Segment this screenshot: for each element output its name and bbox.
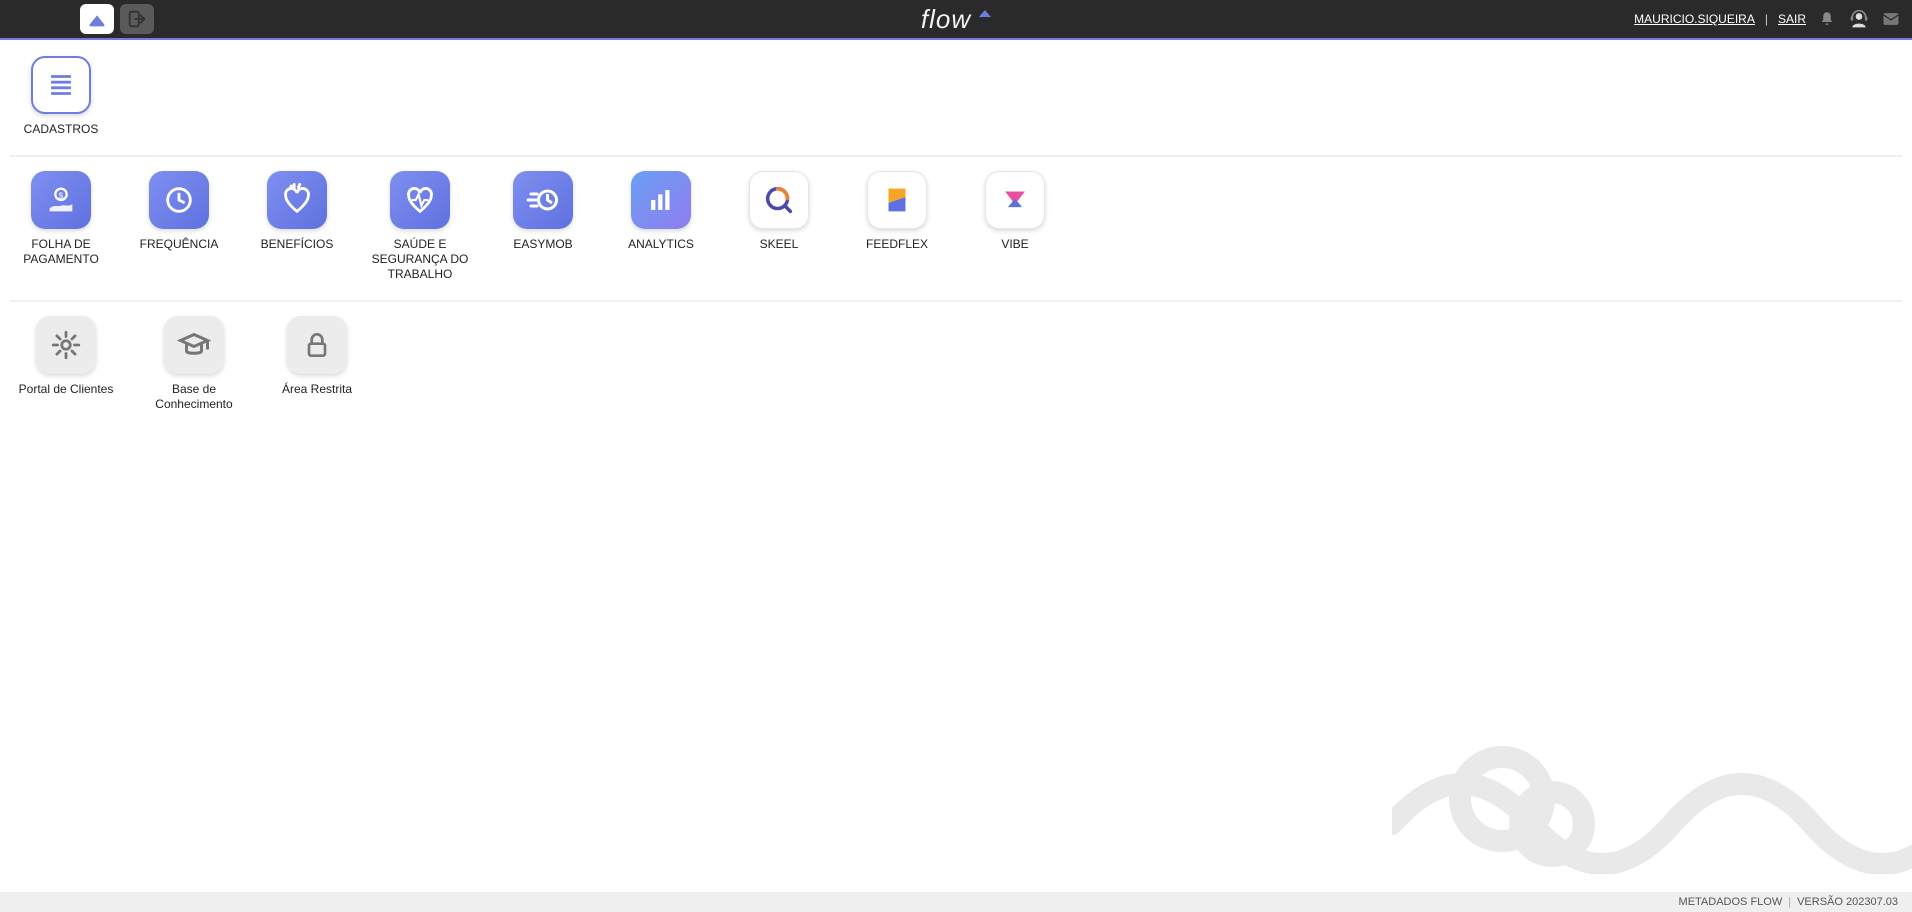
feedflex-icon xyxy=(867,171,927,229)
tile-base-conhecimento[interactable]: Base de Conhecimento xyxy=(144,316,244,412)
separator: | xyxy=(1765,12,1768,26)
topbar: flow MAURICIO.SIQUEIRA | SAIR xyxy=(0,0,1912,40)
tile-label: FOLHA DE PAGAMENTO xyxy=(16,237,106,267)
tile-label: FREQUÊNCIA xyxy=(140,237,219,252)
easymob-icon xyxy=(513,171,573,229)
tile-label: SAÚDE E SEGURANÇA DO TRABALHO xyxy=(370,237,470,282)
tile-folha-pagamento[interactable]: $ FOLHA DE PAGAMENTO xyxy=(16,171,106,282)
footer: METADADOS FLOW | VERSÃO 202307.03 xyxy=(0,892,1912,912)
tile-vibe[interactable]: VIBE xyxy=(970,171,1060,282)
tile-skeel[interactable]: SKEEL xyxy=(734,171,824,282)
tile-label: VIBE xyxy=(1001,237,1028,252)
tile-label: BENEFÍCIOS xyxy=(261,237,334,252)
tile-analytics[interactable]: ANALYTICS xyxy=(616,171,706,282)
separator: | xyxy=(1788,896,1791,908)
svg-text:$: $ xyxy=(59,191,64,201)
tile-frequencia[interactable]: FREQUÊNCIA xyxy=(134,171,224,282)
tile-label: ANALYTICS xyxy=(628,237,694,252)
brand-logo: flow xyxy=(921,4,991,35)
tile-saude-seguranca[interactable]: SAÚDE E SEGURANÇA DO TRABALHO xyxy=(370,171,470,282)
footer-brand: METADADOS FLOW xyxy=(1679,896,1783,908)
footer-version: VERSÃO 202307.03 xyxy=(1797,896,1898,908)
inbox-icon xyxy=(1881,9,1901,29)
cadastros-icon xyxy=(31,56,91,114)
notifications-button[interactable] xyxy=(1816,8,1838,30)
tile-cadastros[interactable]: CADASTROS xyxy=(16,56,106,137)
tile-label: FEEDFLEX xyxy=(866,237,928,252)
home-icon xyxy=(86,8,108,30)
divider xyxy=(10,300,1902,302)
topbar-left xyxy=(10,4,154,34)
user-link[interactable]: MAURICIO.SIQUEIRA xyxy=(1634,12,1755,26)
graduation-icon xyxy=(164,316,224,374)
bell-icon xyxy=(1818,10,1836,28)
tile-feedflex[interactable]: FEEDFLEX xyxy=(852,171,942,282)
tile-label: Área Restrita xyxy=(282,382,352,397)
tile-area-restrita[interactable]: Área Restrita xyxy=(272,316,362,412)
section-modules: $ FOLHA DE PAGAMENTO FREQUÊNCIA BENEFÍCI… xyxy=(10,171,1902,292)
payroll-icon: $ xyxy=(31,171,91,229)
support-button[interactable] xyxy=(1848,8,1870,30)
lock-icon xyxy=(287,316,347,374)
tile-portal-clientes[interactable]: Portal de Clientes xyxy=(16,316,116,412)
analytics-icon xyxy=(631,171,691,229)
vibe-icon xyxy=(985,171,1045,229)
logout-link[interactable]: SAIR xyxy=(1778,12,1806,26)
divider xyxy=(10,155,1902,157)
home-button[interactable] xyxy=(80,4,114,34)
brand-logo-icon xyxy=(979,10,991,17)
health-icon xyxy=(390,171,450,229)
tile-label: EASYMOB xyxy=(513,237,572,252)
tile-beneficios[interactable]: BENEFÍCIOS xyxy=(252,171,342,282)
background-wave xyxy=(1392,704,1912,874)
exit-button[interactable] xyxy=(120,4,154,34)
tile-label: Portal de Clientes xyxy=(19,382,114,397)
brand-text: flow xyxy=(921,4,971,35)
heart-icon xyxy=(267,171,327,229)
main-content: CADASTROS $ FOLHA DE PAGAMENTO FREQUÊNCI… xyxy=(0,40,1912,892)
section-cadastros: CADASTROS xyxy=(10,56,1902,147)
inbox-button[interactable] xyxy=(1880,8,1902,30)
gear-icon xyxy=(36,316,96,374)
tile-label: Base de Conhecimento xyxy=(144,382,244,412)
section-admin: Portal de Clientes Base de Conhecimento … xyxy=(10,316,1902,422)
headset-icon xyxy=(1849,9,1869,29)
exit-icon xyxy=(126,8,148,30)
clock-icon xyxy=(149,171,209,229)
tile-label: CADASTROS xyxy=(24,122,99,137)
topbar-right: MAURICIO.SIQUEIRA | SAIR xyxy=(1634,8,1902,30)
tile-label: SKEEL xyxy=(760,237,799,252)
tile-easymob[interactable]: EASYMOB xyxy=(498,171,588,282)
skeel-icon xyxy=(749,171,809,229)
